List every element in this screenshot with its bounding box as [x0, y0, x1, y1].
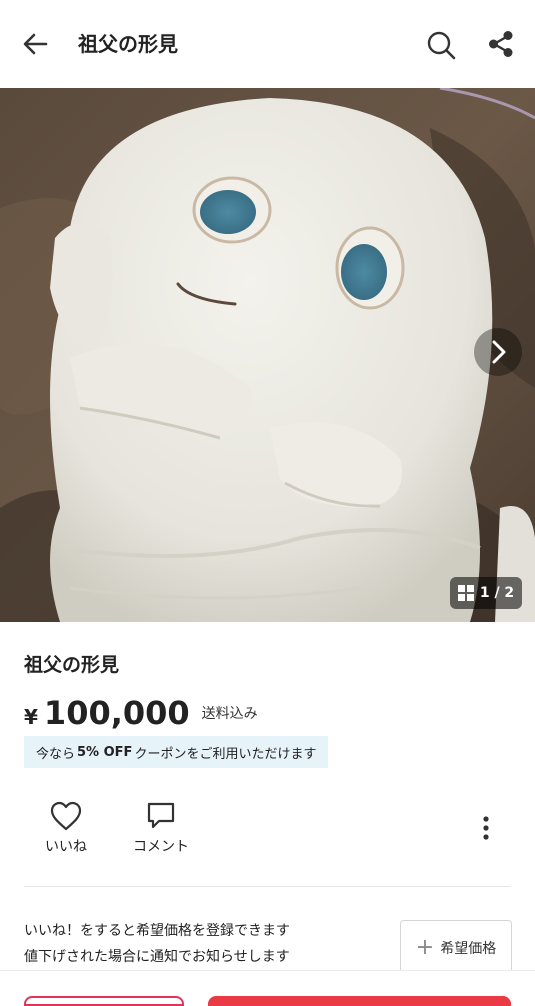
price-value: 100,000 — [43, 694, 190, 732]
comment-label: コメント — [133, 839, 189, 855]
product-image[interactable] — [0, 88, 535, 622]
more-vertical-icon — [483, 816, 489, 840]
share-button[interactable] — [484, 27, 518, 61]
section-divider — [24, 886, 511, 887]
next-image-button[interactable] — [474, 328, 522, 376]
more-options-button[interactable] — [472, 812, 500, 844]
search-button[interactable] — [424, 28, 458, 62]
price-currency: ¥ — [24, 705, 38, 729]
coupon-discount: 5% OFF — [77, 744, 133, 760]
notice-line-2: 値下げされた場合に通知でお知らせします — [24, 949, 290, 965]
desired-price-label: 希望価格 — [440, 941, 497, 957]
item-title: 祖父の形見 — [24, 654, 120, 676]
search-icon — [427, 31, 456, 60]
price-alert-notice: いいね！をすると希望価格を登録できます 値下げされた場合に通知でお知らせします — [24, 918, 290, 970]
plus-icon: + — [415, 935, 435, 960]
notice-line-1: いいね！をすると希望価格を登録できます — [24, 923, 290, 939]
bottom-primary-button[interactable] — [208, 996, 511, 1006]
coupon-banner[interactable]: 今なら 5% OFF クーポンをご利用いただけます — [24, 736, 329, 768]
app-header: 祖父の形見 — [0, 0, 535, 88]
back-button[interactable] — [20, 28, 52, 60]
like-label: いいね — [45, 839, 87, 855]
coupon-suffix: クーポンをご利用いただけます — [134, 746, 317, 762]
share-icon — [489, 31, 513, 57]
desired-price-button[interactable]: + 希望価格 — [400, 920, 512, 976]
coupon-prefix: 今なら — [36, 746, 76, 762]
chevron-right-icon — [492, 340, 506, 364]
speech-bubble-icon — [147, 802, 175, 829]
comment-button[interactable]: コメント — [121, 800, 201, 856]
image-counter-text: 1 / 2 — [479, 585, 515, 601]
grid-icon — [457, 585, 474, 601]
like-button[interactable]: いいね — [26, 800, 106, 856]
product-photo — [0, 88, 535, 622]
arrow-left-icon — [23, 33, 48, 55]
image-counter: 1 / 2 — [450, 577, 522, 609]
bottom-secondary-button[interactable] — [24, 996, 184, 1006]
heart-icon — [50, 801, 82, 831]
page-title: 祖父の形見 — [78, 32, 178, 56]
shipping-label: 送料込み — [201, 706, 258, 722]
price-row: ¥ 100,000 送料込み — [24, 694, 258, 732]
